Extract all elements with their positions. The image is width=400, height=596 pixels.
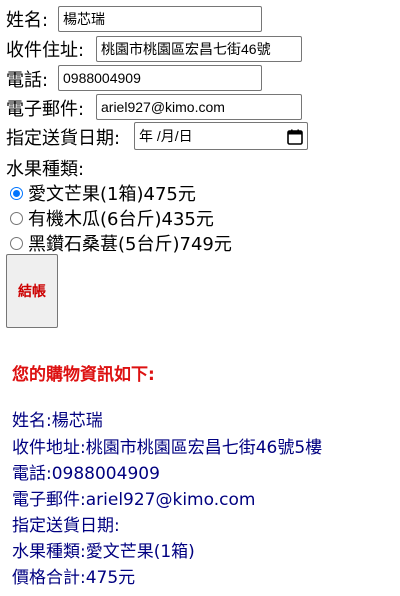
- fruit-label: 水果種類:: [6, 159, 85, 180]
- name-label: 姓名:: [6, 10, 49, 31]
- phone-input[interactable]: 0988004909: [58, 65, 262, 91]
- date-label: 指定送貨日期:: [6, 128, 121, 149]
- result-title: 您的購物資訊如下:: [12, 365, 155, 385]
- result-address: 收件地址:桃園市桃園區宏昌七街46號5樓: [12, 438, 323, 458]
- address-input[interactable]: 桃園市桃園區宏昌七街46號: [96, 36, 302, 62]
- calendar-icon[interactable]: [287, 128, 303, 145]
- result-fruit: 水果種類:愛文芒果(1箱): [12, 542, 195, 562]
- option-papaya[interactable]: 有機木瓜(6台斤)435元: [10, 205, 214, 231]
- checkout-button[interactable]: 結帳: [6, 254, 58, 328]
- option-papaya-label: 有機木瓜(6台斤)435元: [28, 209, 214, 230]
- date-input[interactable]: 年 /月/日: [134, 122, 308, 150]
- email-label: 電子郵件:: [6, 99, 85, 120]
- email-input[interactable]: ariel927@kimo.com: [96, 94, 302, 120]
- option-mango-label: 愛文芒果(1箱)475元: [28, 184, 196, 205]
- address-label: 收件住址:: [6, 40, 85, 61]
- radio-papaya[interactable]: [10, 211, 23, 225]
- radio-mango[interactable]: [10, 186, 23, 200]
- radio-mulberry[interactable]: [10, 236, 23, 250]
- phone-label: 電話:: [6, 70, 49, 91]
- result-name: 姓名:楊芯瑞: [12, 411, 103, 431]
- option-mango[interactable]: 愛文芒果(1箱)475元: [10, 180, 196, 206]
- result-total: 價格合計:475元: [12, 568, 136, 588]
- result-email: 電子郵件:ariel927@kimo.com: [12, 490, 256, 510]
- name-input[interactable]: 楊芯瑞: [58, 6, 262, 32]
- date-placeholder: 年 /月/日: [139, 128, 193, 144]
- option-mulberry-label: 黑鑽石桑葚(5台斤)749元: [28, 234, 232, 255]
- option-mulberry[interactable]: 黑鑽石桑葚(5台斤)749元: [10, 230, 232, 256]
- result-date: 指定送貨日期:: [12, 516, 120, 536]
- result-phone: 電話:0988004909: [12, 464, 160, 484]
